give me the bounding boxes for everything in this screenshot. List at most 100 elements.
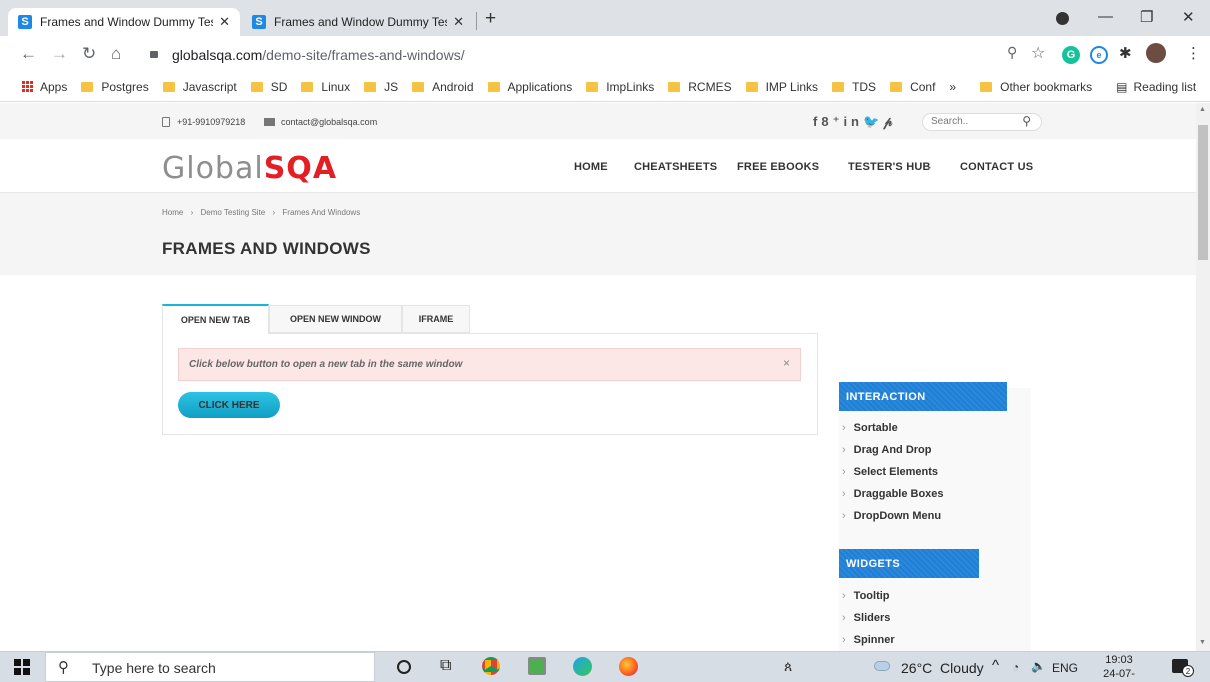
extensions-puzzle-icon[interactable]: ✱ <box>1119 44 1132 62</box>
nav-testers-hub[interactable]: TESTER'S HUB <box>848 161 931 173</box>
twitter-icon[interactable]: 🐦 <box>863 114 883 129</box>
bookmark-folder[interactable]: ImpLinks <box>586 80 654 94</box>
more-bookmarks-button[interactable]: » <box>949 80 956 94</box>
scroll-up-icon[interactable]: ▲ <box>1199 106 1206 113</box>
scrollbar-thumb[interactable] <box>1198 125 1208 260</box>
browser-tab-2[interactable]: S Frames and Window Dummy Tes ✕ <box>242 8 474 36</box>
maximize-button[interactable]: ❐ <box>1140 8 1153 26</box>
bookmark-apps[interactable]: Apps <box>22 80 67 94</box>
clock[interactable]: 19:03 24-07-2021 <box>1097 653 1141 682</box>
click-here-button[interactable]: CLICK HERE <box>178 392 280 418</box>
reload-icon[interactable]: ↻ <box>82 44 96 64</box>
site-search-input[interactable]: Search.. ⚲ <box>922 113 1042 131</box>
clock-time: 19:03 <box>1105 654 1133 666</box>
cortana-icon[interactable] <box>397 660 411 674</box>
minimize-button[interactable]: — <box>1098 8 1113 25</box>
sidebar-item-label: Drag And Drop <box>853 444 932 456</box>
zoom-icon[interactable]: ⚲ <box>1007 44 1017 61</box>
network-icon[interactable]: ◔ <box>1012 660 1019 674</box>
close-window-button[interactable]: ✕ <box>1182 8 1195 26</box>
sidebar-item-dropdown-menu[interactable]: › DropDown Menu <box>842 505 1022 527</box>
sidebar-item-tooltip[interactable]: › Tooltip <box>842 585 1022 607</box>
browser-tab-1[interactable]: S Frames and Window Dummy Tes ✕ <box>8 8 240 36</box>
social-icons: f8⁺in🐦𝓅 <box>813 114 896 130</box>
breadcrumb-demo-site[interactable]: Demo Testing Site <box>200 208 265 217</box>
new-tab-button[interactable]: + <box>485 8 496 30</box>
bookmark-folder[interactable]: SD <box>250 80 287 94</box>
site-logo[interactable]: GlobalSQA <box>162 151 337 186</box>
bookmark-label: Other bookmarks <box>1000 79 1093 94</box>
volume-icon[interactable]: 🔈 <box>1031 659 1046 673</box>
nav-home[interactable]: HOME <box>574 161 608 173</box>
bookmark-star-icon[interactable]: ☆ <box>1031 43 1045 63</box>
bookmark-folder[interactable]: TDS <box>832 80 876 94</box>
back-icon[interactable]: ← <box>20 44 37 64</box>
nav-free-ebooks[interactable]: FREE EBOOKS <box>737 161 819 173</box>
reading-list[interactable]: ▤ Reading list <box>1116 80 1196 94</box>
extension-icon[interactable]: e <box>1090 46 1108 64</box>
chevron-down-icon: ⌄ <box>926 162 933 171</box>
nav-contact-us[interactable]: CONTACT US <box>960 161 1033 173</box>
bookmark-folder[interactable]: Postgres <box>81 80 149 94</box>
bookmark-folder[interactable]: Javascript <box>162 80 237 94</box>
home-icon[interactable]: ⌂ <box>111 44 121 64</box>
chevron-up-icon[interactable]: ^ <box>992 657 999 674</box>
bookmark-folder[interactable]: Linux <box>301 80 350 94</box>
sidebar-item-sliders[interactable]: › Sliders <box>842 607 1022 629</box>
sidebar-item-drag-and-drop[interactable]: › Drag And Drop <box>842 439 1022 461</box>
google-plus-icon[interactable]: 8⁺ <box>821 114 843 129</box>
chevron-down-icon: ⌄ <box>814 162 821 171</box>
pinterest-icon[interactable]: 𝓅 <box>883 114 896 129</box>
weather-cloud-icon <box>874 661 890 671</box>
sidebar-item-spinner[interactable]: › Spinner <box>842 629 1022 651</box>
sidebar-item-sortable[interactable]: › Sortable <box>842 417 1022 439</box>
bookmark-folder[interactable]: Conf <box>890 80 935 94</box>
breadcrumb-home[interactable]: Home <box>162 208 183 217</box>
chrome-icon[interactable] <box>482 657 500 675</box>
close-tab-icon[interactable]: ✕ <box>453 14 464 30</box>
grammarly-extension-icon[interactable]: G <box>1062 46 1080 64</box>
logo-text-sqa: SQA <box>263 151 338 186</box>
image-app-icon[interactable] <box>528 657 546 675</box>
more-menu-icon[interactable]: ⋮ <box>1186 44 1201 62</box>
chevron-right-icon: › <box>842 510 846 522</box>
tab-open-new-tab[interactable]: OPEN NEW TAB <box>162 304 269 334</box>
taskbar-search-input[interactable]: ⚲ Type here to search <box>45 652 375 682</box>
avatar[interactable] <box>1146 43 1166 63</box>
lock-icon[interactable] <box>150 51 158 58</box>
windows-start-icon[interactable] <box>14 659 30 675</box>
scroll-down-icon[interactable]: ▼ <box>1199 639 1206 646</box>
email-link[interactable]: contact@globalsqa.com <box>281 117 377 127</box>
sidebar-item-label: Select Elements <box>853 466 939 478</box>
firefox-icon[interactable] <box>619 657 638 676</box>
profile-menu-icon[interactable] <box>1056 12 1069 25</box>
other-bookmarks[interactable]: Other bookmarks <box>980 80 1092 94</box>
task-view-icon[interactable]: ⧉ <box>440 657 451 675</box>
page-title-band <box>0 193 1196 275</box>
people-icon[interactable]: ጰ <box>784 658 792 675</box>
language-indicator[interactable]: ENG <box>1052 661 1078 675</box>
chevron-right-icon: › <box>842 488 846 500</box>
linkedin-icon[interactable]: in <box>843 114 863 129</box>
sidebar-item-select-elements[interactable]: › Select Elements <box>842 461 1022 483</box>
site-favicon-icon: S <box>252 15 266 29</box>
close-tab-icon[interactable]: ✕ <box>219 14 230 30</box>
nav-cheatsheets[interactable]: CHEATSHEETS <box>634 161 717 173</box>
folder-icon <box>668 81 681 92</box>
weather-text[interactable]: 26°C Cloudy <box>901 660 984 676</box>
bookmark-folder[interactable]: IMP Links <box>745 80 818 94</box>
address-bar[interactable]: globalsqa.com/demo-site/frames-and-windo… <box>172 42 1042 68</box>
sidebar-item-draggable-boxes[interactable]: › Draggable Boxes <box>842 483 1022 505</box>
tab-open-new-window[interactable]: OPEN NEW WINDOW <box>269 305 402 333</box>
chevron-right-icon: › <box>842 612 846 624</box>
edge-icon[interactable] <box>573 657 592 676</box>
tab-iframe[interactable]: IFRAME <box>402 305 470 333</box>
phone-number: +91-9910979218 <box>177 117 246 127</box>
bookmark-folder[interactable]: RCMES <box>668 80 732 94</box>
forward-icon[interactable]: → <box>51 44 68 64</box>
bookmark-folder[interactable]: Android <box>412 80 474 94</box>
bookmark-folder[interactable]: Applications <box>487 80 572 94</box>
bookmark-folder[interactable]: JS <box>364 80 398 94</box>
close-icon[interactable]: × <box>783 356 790 370</box>
search-icon[interactable]: ⚲ <box>1022 114 1031 128</box>
